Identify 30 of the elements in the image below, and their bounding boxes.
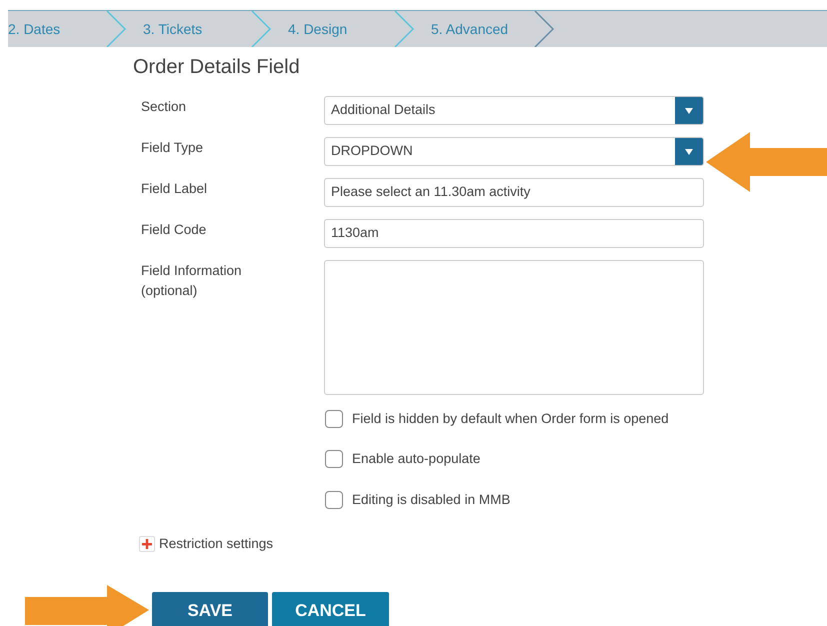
arrow-icon bbox=[706, 132, 827, 192]
chevron-icon bbox=[250, 11, 272, 47]
chevron-icon bbox=[533, 11, 555, 47]
dropdown-button[interactable] bbox=[675, 97, 703, 124]
field-label: Section bbox=[141, 98, 188, 116]
dropdown-button[interactable] bbox=[675, 138, 703, 165]
field-label: Field Type bbox=[141, 139, 204, 157]
caret-icon bbox=[685, 108, 693, 114]
chevron-icon bbox=[393, 11, 415, 47]
save-button[interactable]: SAVE bbox=[152, 592, 268, 626]
dropdown-field[interactable]: DROPDOWN bbox=[324, 137, 704, 166]
field-label: Field Code bbox=[141, 221, 208, 239]
arrow-icon bbox=[25, 585, 149, 626]
plus-icon[interactable] bbox=[139, 536, 155, 552]
checkbox-label: Editing is disabled in MMB bbox=[352, 490, 510, 509]
checkbox[interactable] bbox=[325, 410, 343, 428]
checkbox[interactable] bbox=[325, 450, 343, 468]
field-label: Field Information (optional) bbox=[141, 262, 243, 300]
restriction-link[interactable]: Restriction settings bbox=[159, 534, 274, 554]
input-field[interactable]: 1130am bbox=[324, 219, 704, 248]
checkbox-label: Field is hidden by default when Order form is opened bbox=[352, 410, 669, 428]
caret-icon bbox=[685, 148, 693, 154]
form-title: Order Details Field bbox=[133, 55, 301, 80]
cancel-button[interactable]: CANCEL bbox=[272, 592, 389, 626]
dropdown-field[interactable]: Additional Details bbox=[324, 96, 704, 125]
chevron-icon bbox=[105, 11, 127, 47]
checkbox[interactable] bbox=[325, 490, 343, 509]
field-label: Field Label bbox=[141, 180, 208, 198]
input-field[interactable]: Please select an 11.30am activity bbox=[324, 178, 704, 207]
checkbox-label: Enable auto-populate bbox=[352, 450, 480, 468]
